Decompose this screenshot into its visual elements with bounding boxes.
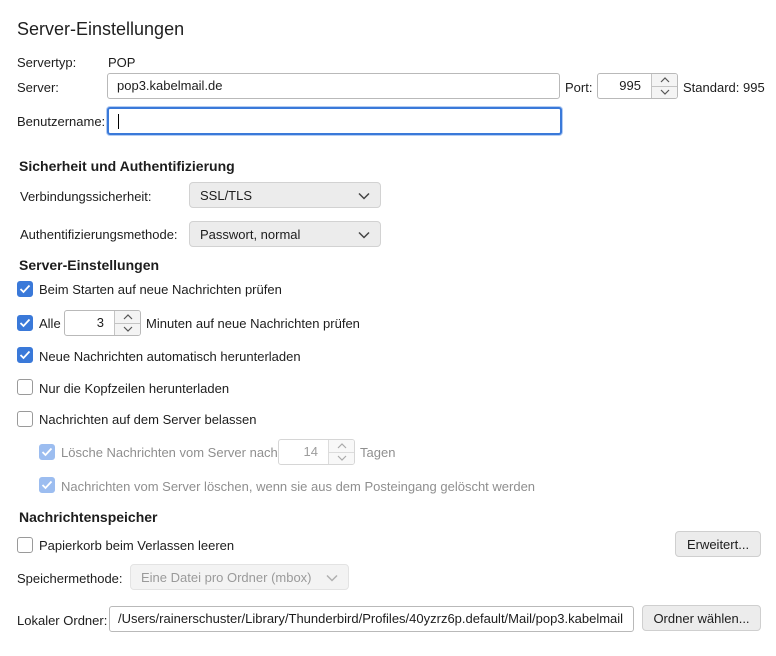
delete-days-stepper[interactable]: 14 (278, 439, 355, 465)
spin-down-icon[interactable] (329, 451, 354, 465)
checkmark-icon (19, 318, 31, 328)
leave-on-server-checkbox[interactable] (17, 411, 33, 427)
port-default-label: Standard: 995 (683, 80, 765, 95)
days-spin-arrows[interactable] (328, 440, 354, 464)
spin-down-icon[interactable] (115, 322, 140, 336)
spin-up-icon[interactable] (652, 74, 677, 86)
local-folder-label: Lokaler Ordner: (17, 613, 108, 628)
check-every-prefix: Alle (39, 316, 61, 331)
page-title: Server-Einstellungen (17, 19, 185, 39)
empty-trash-checkbox[interactable] (17, 537, 33, 553)
auth-method-value: Passwort, normal (200, 226, 301, 242)
username-input[interactable] (107, 107, 562, 135)
security-heading: Sicherheit und Authentifizierung (19, 158, 235, 174)
delete-after-suffix: Tagen (360, 445, 396, 460)
check-on-start-label[interactable]: Beim Starten auf neue Nachrichten prüfen (39, 282, 282, 297)
choose-folder-button[interactable]: Ordner wählen... (642, 605, 761, 631)
connection-security-select[interactable]: SSL/TLS (189, 182, 381, 208)
checkmark-icon (41, 447, 53, 457)
checkmark-icon (41, 480, 53, 490)
chevron-down-icon (358, 227, 370, 242)
check-every-suffix: Minuten auf neue Nachrichten prüfen (146, 316, 360, 331)
server-input[interactable]: pop3.kabelmail.de (107, 73, 560, 99)
delete-after-prefix: Lösche Nachrichten vom Server nach (61, 445, 278, 460)
chevron-down-icon (358, 188, 370, 203)
check-on-start-checkbox[interactable] (17, 281, 33, 297)
spin-down-icon[interactable] (652, 85, 677, 99)
port-stepper[interactable]: 995 (597, 73, 678, 99)
port-value[interactable]: 995 (598, 74, 651, 98)
username-label: Benutzername: (17, 114, 106, 129)
server-settings-heading: Server-Einstellungen (19, 257, 160, 273)
chevron-down-icon (326, 570, 338, 585)
port-label: Port: (565, 80, 593, 95)
checkmark-icon (19, 284, 31, 294)
headers-only-label[interactable]: Nur die Kopfzeilen herunterladen (39, 381, 229, 396)
delete-when-removed-label[interactable]: Nachrichten vom Server löschen, wenn sie… (61, 479, 535, 494)
storage-method-label: Speichermethode: (17, 571, 123, 586)
delete-when-removed-checkbox[interactable] (39, 477, 55, 493)
check-every-checkbox[interactable] (17, 315, 33, 331)
checkmark-icon (19, 350, 31, 360)
spin-up-icon[interactable] (115, 311, 140, 323)
storage-method-select[interactable]: Eine Datei pro Ordner (mbox) (130, 564, 349, 590)
delete-after-checkbox[interactable] (39, 444, 55, 460)
auth-method-select[interactable]: Passwort, normal (189, 221, 381, 247)
auto-download-checkbox[interactable] (17, 347, 33, 363)
connection-security-label: Verbindungssicherheit: (20, 189, 152, 204)
leave-on-server-label[interactable]: Nachrichten auf dem Server belassen (39, 412, 257, 427)
auth-method-label: Authentifizierungsmethode: (20, 227, 178, 242)
connection-security-value: SSL/TLS (200, 187, 253, 203)
text-caret (118, 114, 119, 129)
local-folder-input[interactable]: /Users/rainerschuster/Library/Thunderbir… (109, 606, 634, 632)
server-label: Server: (17, 80, 59, 95)
server-type-label: Servertyp: (17, 55, 77, 70)
storage-heading: Nachrichtenspeicher (19, 509, 158, 525)
check-interval-value[interactable]: 3 (65, 311, 114, 335)
empty-trash-label[interactable]: Papierkorb beim Verlassen leeren (39, 538, 234, 553)
check-interval-stepper[interactable]: 3 (64, 310, 141, 336)
storage-method-value: Eine Datei pro Ordner (mbox) (141, 569, 312, 585)
advanced-button[interactable]: Erweitert... (675, 531, 761, 557)
interval-spin-arrows[interactable] (114, 311, 140, 335)
headers-only-checkbox[interactable] (17, 379, 33, 395)
auto-download-label[interactable]: Neue Nachrichten automatisch herunterlad… (39, 349, 301, 364)
port-spin-arrows[interactable] (651, 74, 677, 98)
server-type-value: POP (108, 55, 136, 70)
delete-days-value[interactable]: 14 (279, 440, 328, 464)
spin-up-icon[interactable] (329, 440, 354, 452)
